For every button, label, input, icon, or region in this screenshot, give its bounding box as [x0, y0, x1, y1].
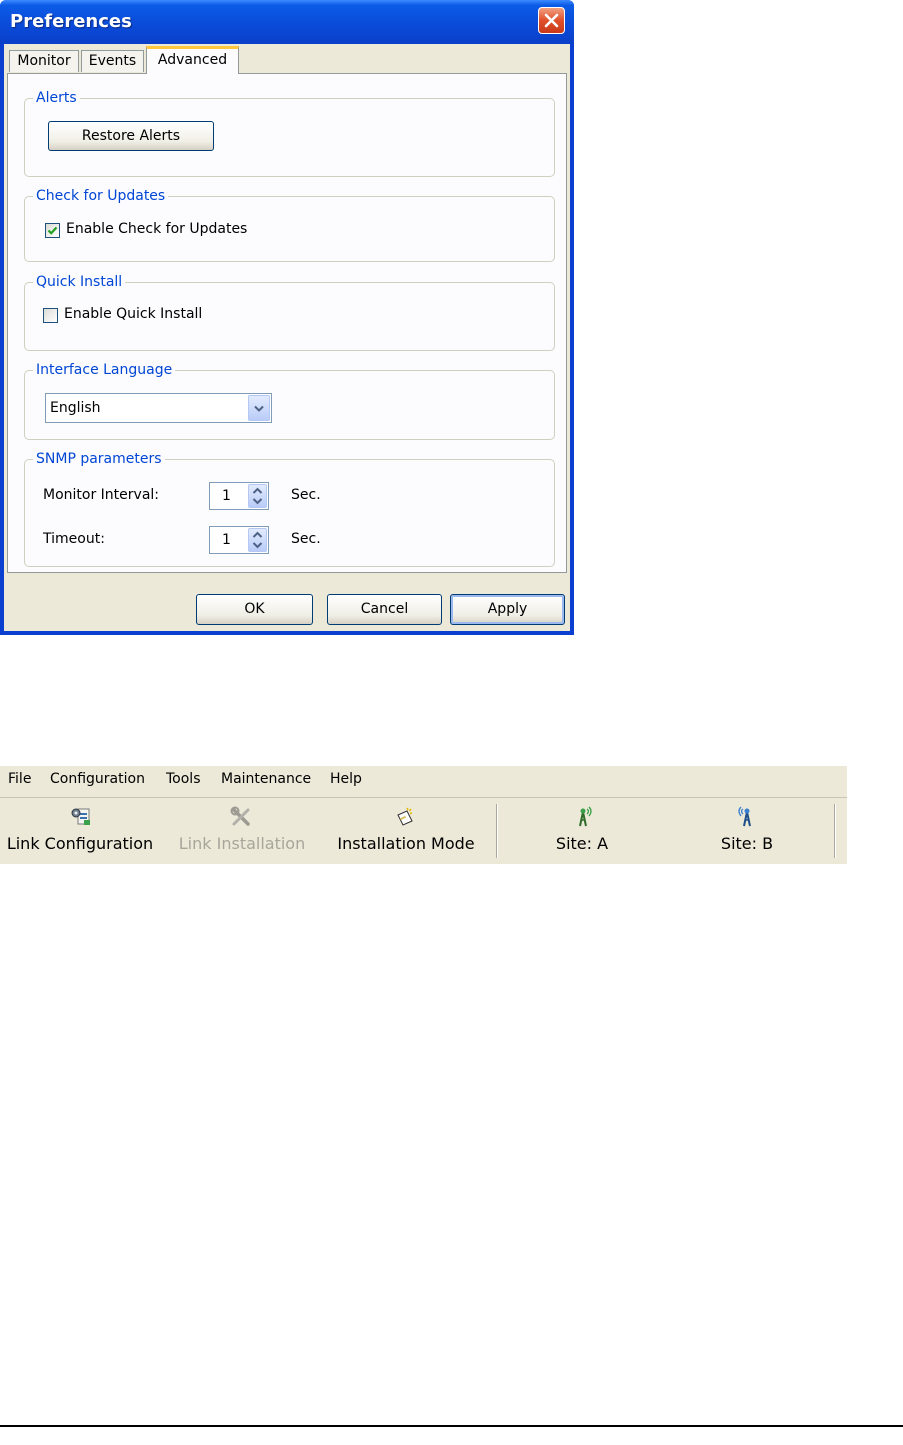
wrench-screwdriver-icon: [230, 806, 250, 826]
monitor-interval-spinner[interactable]: 1: [209, 482, 269, 510]
chevron-up-icon[interactable]: [252, 487, 263, 495]
timeout-unit: Sec.: [291, 531, 321, 547]
interface-language-group-label: Interface Language: [33, 361, 176, 379]
page-bottom-rule: [0, 1425, 903, 1427]
menu-tools[interactable]: Tools: [166, 771, 201, 787]
chevron-up-icon[interactable]: [252, 531, 263, 539]
enable-check-for-updates-checkbox[interactable]: [45, 223, 60, 238]
tab-label: Monitor: [17, 53, 71, 69]
site-a-button[interactable]: Site: A: [510, 798, 654, 864]
timeout-label: Timeout:: [43, 531, 105, 547]
timeout-value: 1: [222, 532, 231, 548]
menu-bar: File Configuration Tools Maintenance Hel…: [0, 766, 847, 798]
monitor-interval-spin-buttons[interactable]: [248, 484, 267, 508]
title-bar[interactable]: Preferences: [0, 0, 574, 44]
dialog-client-area: Monitor Events Advanced Alerts Restore A…: [4, 44, 570, 631]
snmp-parameters-group-label: SNMP parameters: [33, 450, 165, 468]
language-dropdown-button[interactable]: [248, 395, 270, 421]
language-select[interactable]: English: [45, 393, 272, 423]
chevron-down-icon[interactable]: [252, 541, 263, 549]
close-button[interactable]: [538, 7, 565, 34]
interface-language-group: Interface Language English: [24, 361, 555, 440]
check-for-updates-group: Check for Updates Enable Check for Updat…: [24, 187, 555, 262]
menu-configuration[interactable]: Configuration: [50, 771, 145, 787]
site-a-antenna-icon: [579, 806, 592, 827]
installation-mode-icon: [397, 807, 413, 826]
site-b-antenna-icon: [738, 806, 751, 827]
chevron-down-icon: [254, 405, 264, 412]
restore-alerts-button[interactable]: Restore Alerts: [48, 121, 214, 151]
enable-quick-install-checkbox[interactable]: [43, 308, 58, 323]
quick-install-group-label: Quick Install: [33, 273, 126, 291]
apply-button[interactable]: Apply: [450, 594, 565, 625]
close-icon: [544, 13, 559, 28]
site-b-label: Site: B: [720, 834, 774, 853]
link-installation-button[interactable]: Link Installation: [164, 798, 320, 864]
installation-mode-button[interactable]: Installation Mode: [324, 798, 488, 864]
link-configuration-label: Link Configuration: [6, 834, 154, 853]
tab-events[interactable]: Events: [81, 50, 144, 72]
monitor-interval-label: Monitor Interval:: [43, 487, 159, 503]
snmp-parameters-group: SNMP parameters Monitor Interval: 1 Sec.…: [24, 450, 555, 567]
checkmark-icon: [47, 226, 58, 235]
language-selected-value: English: [50, 400, 101, 416]
tab-label: Advanced: [157, 52, 228, 68]
link-configuration-button[interactable]: Link Configuration: [0, 798, 160, 864]
advanced-tab-panel: Alerts Restore Alerts Check for Updates …: [7, 73, 567, 573]
alerts-group: Alerts Restore Alerts: [24, 89, 555, 177]
ok-button[interactable]: OK: [196, 594, 313, 625]
toolbar-separator: [834, 804, 836, 858]
menu-maintenance[interactable]: Maintenance: [221, 771, 311, 787]
cancel-button[interactable]: Cancel: [327, 594, 442, 625]
dialog-title: Preferences: [10, 11, 132, 32]
site-a-label: Site: A: [555, 834, 609, 853]
main-toolbar: Link Configuration Link Installation Ins…: [0, 798, 847, 864]
chevron-down-icon[interactable]: [252, 497, 263, 505]
monitor-interval-value: 1: [222, 488, 231, 504]
tab-label: Events: [88, 53, 137, 69]
quick-install-group: Quick Install Enable Quick Install: [24, 273, 555, 351]
menu-help[interactable]: Help: [330, 771, 362, 787]
link-configuration-icon: [71, 808, 90, 825]
timeout-spin-buttons[interactable]: [248, 528, 267, 552]
preferences-dialog: Preferences Monitor Events Advanced Aler…: [0, 0, 574, 635]
tab-advanced[interactable]: Advanced: [146, 46, 239, 74]
menu-file[interactable]: File: [8, 771, 31, 787]
monitor-interval-unit: Sec.: [291, 487, 321, 503]
link-installation-label: Link Installation: [178, 834, 306, 853]
timeout-spinner[interactable]: 1: [209, 526, 269, 554]
enable-check-for-updates-label: Enable Check for Updates: [66, 221, 248, 237]
site-b-button[interactable]: Site: B: [672, 798, 822, 864]
toolbar-separator: [496, 804, 498, 858]
installation-mode-label: Installation Mode: [337, 834, 475, 853]
check-for-updates-group-label: Check for Updates: [33, 187, 169, 205]
enable-quick-install-label: Enable Quick Install: [64, 306, 203, 322]
tab-monitor[interactable]: Monitor: [9, 50, 79, 72]
alerts-group-label: Alerts: [33, 89, 80, 107]
